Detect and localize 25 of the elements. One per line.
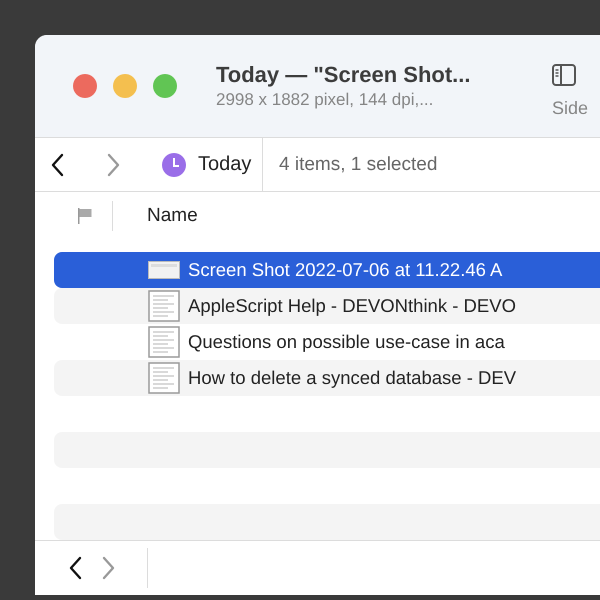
- minimize-button[interactable]: [113, 74, 137, 98]
- location-label: Today: [198, 153, 252, 176]
- close-button[interactable]: [73, 74, 97, 98]
- file-name: Screen Shot 2022-07-06 at 11.22.46 A: [188, 259, 502, 281]
- file-name: AppleScript Help - DEVONthink - DEVO: [188, 295, 516, 317]
- document-thumbnail-icon: [148, 326, 180, 358]
- file-row[interactable]: How to delete a synced database - DEV: [54, 360, 600, 396]
- image-thumbnail-icon: [148, 261, 180, 279]
- clock-icon: [162, 152, 186, 176]
- window-title: Today — "Screen Shot...: [216, 62, 471, 88]
- sidebar-icon: [552, 64, 576, 86]
- document-thumbnail-icon: [148, 290, 180, 322]
- status-text: 4 items, 1 selected: [279, 154, 438, 176]
- back-button[interactable]: [69, 556, 83, 580]
- file-name: How to delete a synced database - DEV: [188, 367, 516, 389]
- zoom-button[interactable]: [153, 74, 177, 98]
- file-row[interactable]: AppleScript Help - DEVONthink - DEVO: [54, 288, 600, 324]
- back-button[interactable]: [51, 152, 65, 176]
- window-subtitle: 2998 x 1882 pixel, 144 dpi,...: [216, 90, 434, 110]
- file-row[interactable]: Questions on possible use-case in aca: [54, 324, 600, 360]
- document-thumbnail-icon: [148, 362, 180, 394]
- column-header[interactable]: Name: [147, 205, 198, 227]
- flag-icon[interactable]: [78, 208, 92, 224]
- file-name: Questions on possible use-case in aca: [188, 331, 505, 353]
- file-row[interactable]: Screen Shot 2022-07-06 at 11.22.46 A: [54, 252, 600, 288]
